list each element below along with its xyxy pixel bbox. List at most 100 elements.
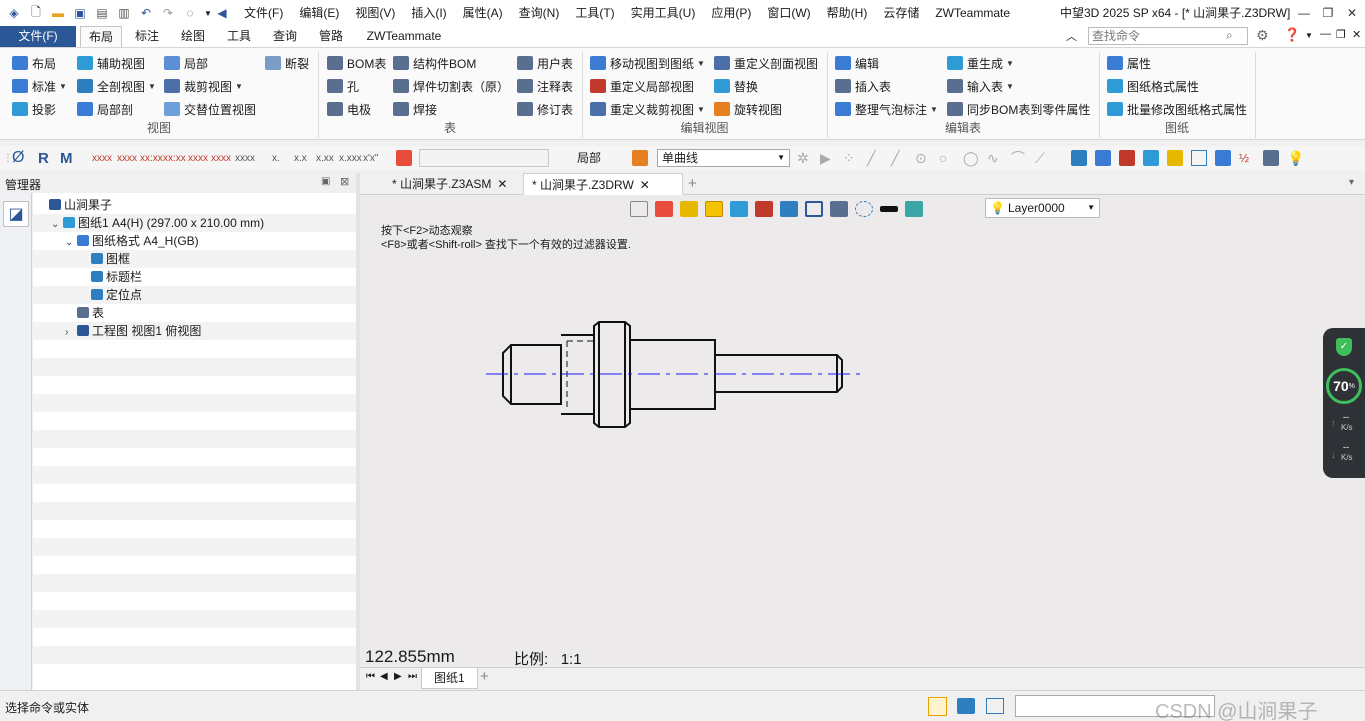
view-tool-4-icon[interactable] (1143, 150, 1159, 166)
ellipse-icon[interactable]: ◯ (963, 150, 979, 166)
close-icon[interactable]: ✕ (497, 177, 507, 191)
menu-item-1[interactable]: 编辑(E) (291, 0, 347, 26)
cutlist-table-button[interactable]: 焊件切割表（原） (393, 76, 509, 96)
view-tool-5-icon[interactable] (1167, 150, 1183, 166)
precision-1-icon[interactable]: x. (272, 150, 280, 166)
print-preview-icon[interactable]: ▥ (116, 5, 132, 21)
save-icon[interactable]: ▣ (72, 5, 88, 21)
dropdown-arrow-icon[interactable]: ▼ (148, 82, 156, 91)
doc-minimize-button[interactable]: — (1320, 28, 1331, 40)
dropdown-arrow-icon[interactable]: ▼ (697, 105, 705, 114)
tree-item[interactable]: 标题栏 (33, 268, 356, 286)
curve-mode-select[interactable]: 单曲线 ▼ (657, 149, 790, 167)
performance-widget[interactable]: ✓ 70% ↑ -- K/s ↓ -- K/s (1323, 328, 1365, 478)
screen-icon[interactable] (957, 698, 975, 714)
filter-icon[interactable] (396, 150, 412, 166)
menu-item-4[interactable]: 属性(A) (455, 0, 511, 26)
broken-out-button[interactable]: 局部剖 (77, 99, 133, 119)
app-logo-icon[interactable]: ◈ (6, 5, 22, 21)
precision-3-icon[interactable]: x.xx (316, 150, 334, 166)
revision-table-button[interactable]: 修订表 (517, 99, 573, 119)
bom-table-button[interactable]: BOM表 (327, 53, 386, 73)
tree-item[interactable]: ⌄ 图纸1 A4(H) (297.00 x 210.00 mm) (33, 214, 356, 232)
menu-item-8[interactable]: 应用(P) (703, 0, 759, 26)
tolerance-format-7-icon[interactable]: xxxx (235, 150, 255, 166)
dropdown-arrow-icon[interactable]: ▼ (930, 105, 938, 114)
aux-view-button[interactable]: 辅助视图 (77, 53, 145, 73)
settings-gear-icon[interactable]: ⚙ (1256, 27, 1269, 44)
tree-item[interactable]: ⌄ 图纸格式 A4_H(GB) (33, 232, 356, 250)
regen-icon[interactable]: ◌ (182, 5, 198, 21)
qa-dropdown-icon[interactable]: ▼ (204, 5, 212, 21)
precision-4-icon[interactable]: x.xxx (339, 150, 362, 166)
dropdown-arrow-icon[interactable]: ▼ (697, 59, 705, 68)
menu-item-7[interactable]: 实用工具(U) (623, 0, 704, 26)
alt-position-button[interactable]: 交替位置视图 (164, 99, 256, 119)
doc-tab-drw[interactable]: * 山涧果子.Z3DRW ✕ (523, 173, 683, 195)
drawing-manager-tab-icon[interactable]: ◪ (3, 201, 29, 227)
redefine-detail-button[interactable]: 重定义局部视图 (590, 76, 694, 96)
last-sheet-icon[interactable]: ⏭ (408, 671, 417, 682)
new-file-icon[interactable]: 🗋 (28, 5, 44, 21)
pin-icon[interactable]: ▣ (321, 176, 330, 187)
search-icon[interactable]: ⌕ (1226, 28, 1233, 43)
shaft-drawing[interactable] (360, 195, 1365, 667)
help-dropdown-icon[interactable]: ▼ (1305, 31, 1313, 40)
replace-button[interactable]: 替换 (714, 76, 758, 96)
electrode-table-button[interactable]: 电极 (327, 99, 371, 119)
menu-item-0[interactable]: 文件(F) (236, 0, 291, 26)
redo-icon[interactable]: ↷ (160, 5, 176, 21)
menu-item-5[interactable]: 查询(N) (511, 0, 568, 26)
rotate-view-button[interactable]: 旋转视图 (714, 99, 782, 119)
line-icon[interactable]: ╱ (867, 150, 875, 166)
note-table-button[interactable]: 注释表 (517, 76, 573, 96)
precision-5-icon[interactable]: x'x" (363, 150, 378, 166)
tolerance-format-5-icon[interactable]: xxxx (188, 150, 208, 166)
precision-2-icon[interactable]: x.x (294, 150, 307, 166)
dropdown-arrow-icon[interactable]: ▼ (59, 82, 67, 91)
arrange-balloons-button[interactable]: 整理气泡标注 ▼ (835, 99, 938, 119)
view-tool-7-icon[interactable] (1215, 150, 1231, 166)
doc-tab-asm[interactable]: * 山涧果子.Z3ASM ✕ (384, 173, 515, 195)
user-table-button[interactable]: 用户表 (517, 53, 573, 73)
import-table-button[interactable]: 输入表 ▼ (947, 76, 1014, 96)
spline-icon[interactable]: ∿ (987, 150, 999, 166)
tolerance-format-4-icon[interactable]: xx:xx (163, 150, 186, 166)
sheet-tab-1[interactable]: 图纸1 (421, 668, 478, 689)
tab-draw[interactable]: 绘图 (172, 26, 214, 47)
table-tool-icon[interactable] (1263, 150, 1279, 166)
metric-icon[interactable]: M (60, 150, 73, 167)
tab-tools[interactable]: 工具 (218, 26, 260, 47)
maximize-button[interactable]: ❐ (1317, 2, 1339, 24)
arc-icon[interactable]: ⌒ (1011, 150, 1025, 166)
new-tab-icon[interactable]: + (688, 175, 697, 192)
regenerate-button[interactable]: 重生成 ▼ (947, 53, 1014, 73)
fraction-icon[interactable]: ½ (1239, 150, 1249, 166)
weldment-bom-button[interactable]: 结构件BOM (393, 53, 476, 73)
close-button[interactable]: ✕ (1341, 2, 1363, 24)
menu-item-12[interactable]: ZWTeammate (927, 0, 1018, 26)
prev-sheet-icon[interactable]: ◀ (380, 671, 388, 682)
snap-icon[interactable]: ✲ (797, 150, 809, 166)
tab-layout[interactable]: 布局 (80, 26, 122, 47)
view-tool-1-icon[interactable] (1071, 150, 1087, 166)
open-file-icon[interactable]: ▬ (50, 5, 66, 21)
dropdown-arrow-icon[interactable]: ▼ (1006, 82, 1014, 91)
projection-button[interactable]: 投影 (12, 99, 56, 119)
view-tool-6-icon[interactable] (1191, 150, 1207, 166)
radius-icon[interactable]: R (38, 150, 49, 167)
weld-table-button[interactable]: 焊接 (393, 99, 437, 119)
tolerance-format-3-icon[interactable]: xx:xx (140, 150, 163, 166)
menu-item-9[interactable]: 窗口(W) (759, 0, 818, 26)
diameter-icon[interactable]: Ø (12, 149, 24, 166)
move-view-button[interactable]: 移动视图到图纸 ▼ (590, 53, 705, 73)
file-menu-tab[interactable]: 文件(F) (0, 26, 76, 47)
detail-view-button[interactable]: 局部 (164, 53, 208, 73)
menu-item-6[interactable]: 工具(T) (567, 0, 622, 26)
tab-zwteammate[interactable]: ZWTeammate (358, 26, 450, 47)
drawing-canvas[interactable]: 💡 Layer0000 ▼ 按下<F2>动态观察 <F8>或者<Shift-ro… (360, 195, 1365, 668)
break-view-button[interactable]: 断裂 (265, 53, 309, 73)
first-sheet-icon[interactable]: ⏮ (366, 671, 375, 682)
properties-button[interactable]: 属性 (1107, 53, 1151, 73)
lightbulb-icon[interactable]: 💡 (1287, 150, 1304, 166)
